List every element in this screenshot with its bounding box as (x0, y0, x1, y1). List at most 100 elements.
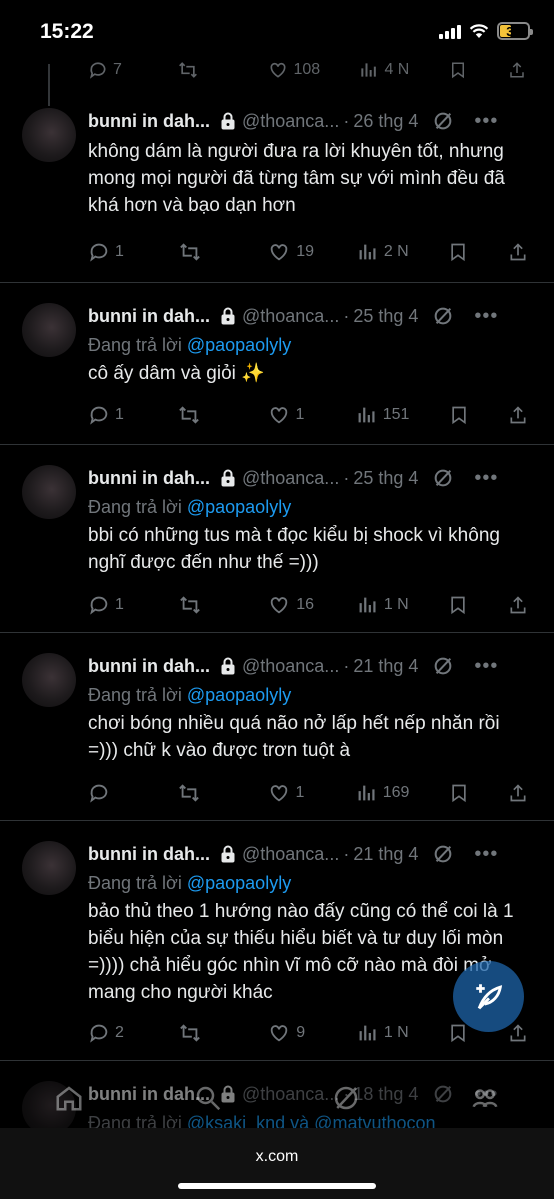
bookmark-button[interactable] (449, 404, 469, 426)
more-options-icon[interactable]: ••• (474, 467, 498, 490)
views-button[interactable]: 169 (356, 782, 409, 804)
grok-icon[interactable] (432, 655, 454, 677)
tweet[interactable]: bunni in dah... @thoanca... · 25 thg 4 •… (0, 445, 554, 633)
status-bar: 15:22 39 (0, 0, 554, 64)
reply-button[interactable]: 1 (88, 404, 138, 426)
bookmark-icon (451, 62, 464, 79)
display-name[interactable]: bunni in dah... (88, 111, 210, 132)
lock-icon (220, 657, 236, 675)
bookmark-button[interactable] (449, 782, 469, 804)
like-count: 16 (296, 596, 315, 613)
like-button[interactable]: 1 (267, 782, 317, 804)
retweet-button[interactable] (177, 60, 227, 80)
views-button[interactable]: 151 (356, 404, 409, 426)
display-name[interactable]: bunni in dah... (88, 656, 210, 677)
mention-link[interactable]: @paopaolyly (187, 873, 291, 893)
tweet-date[interactable]: 21 thg 4 (353, 844, 418, 865)
compose-button[interactable] (453, 961, 524, 1032)
grok-nav-icon[interactable] (331, 1083, 361, 1113)
reply-button[interactable]: 2 (88, 1022, 138, 1044)
tweet-actions: 1 19 2 N (88, 238, 528, 266)
grok-icon[interactable] (432, 467, 454, 489)
reply-count: 1 (115, 243, 124, 260)
tweet-date[interactable]: 26 thg 4 (353, 111, 418, 132)
share-button[interactable] (508, 782, 528, 804)
views-button[interactable]: 2 N (357, 241, 409, 263)
mention-link[interactable]: @paopaolyly (187, 497, 291, 517)
tweet-date[interactable]: 21 thg 4 (353, 656, 418, 677)
bookmark-button[interactable] (448, 1022, 468, 1044)
home-icon[interactable] (54, 1083, 84, 1113)
more-options-icon[interactable]: ••• (474, 655, 498, 678)
avatar[interactable] (22, 108, 76, 162)
home-indicator[interactable] (178, 1183, 376, 1189)
avatar[interactable] (22, 465, 76, 519)
reply-button[interactable]: 7 (88, 60, 138, 80)
grok-icon[interactable] (432, 110, 454, 132)
tweet-actions: 2 9 1 N (88, 1019, 528, 1047)
search-icon[interactable] (193, 1083, 223, 1113)
tweet-date[interactable]: 25 thg 4 (353, 306, 418, 327)
retweet-button[interactable] (178, 241, 228, 263)
share-icon (510, 62, 524, 78)
tweet[interactable]: bunni in dah... @thoanca... · 21 thg 4 •… (0, 633, 554, 821)
like-count: 1 (295, 406, 305, 423)
reply-button[interactable]: 1 (88, 594, 138, 616)
more-options-icon[interactable]: ••• (474, 305, 498, 328)
tweet-text: bbi có những tus mà t đọc kiểu bị shock … (88, 525, 500, 573)
bookmark-button[interactable] (448, 594, 468, 616)
views-button[interactable]: 1 N (357, 594, 409, 616)
reply-button[interactable] (88, 782, 138, 804)
retweet-button[interactable] (177, 404, 227, 426)
tweet-header: bunni in dah... @thoanca... · 25 thg 4 •… (88, 465, 534, 491)
like-button[interactable]: 108 (267, 60, 320, 80)
like-button[interactable]: 19 (267, 241, 317, 263)
views-button[interactable]: 4 N (359, 60, 409, 80)
mention-link[interactable]: @paopaolyly (187, 335, 291, 355)
bookmark-icon (452, 784, 466, 803)
bookmark-button[interactable] (448, 241, 468, 263)
views-button[interactable]: 1 N (357, 1022, 409, 1044)
display-name[interactable]: bunni in dah... (88, 468, 210, 489)
avatar[interactable] (22, 841, 76, 895)
like-button[interactable]: 1 (267, 404, 317, 426)
retweet-button[interactable] (178, 1022, 228, 1044)
avatar[interactable] (22, 653, 76, 707)
reply-icon (89, 62, 106, 79)
user-handle[interactable]: @thoanca... (242, 844, 339, 865)
tweet[interactable]: bunni in dah... @thoanca... · 25 thg 4 •… (0, 283, 554, 445)
bookmark-icon (451, 1024, 466, 1043)
retweet-button[interactable] (178, 594, 228, 616)
more-options-icon[interactable]: ••• (474, 843, 498, 866)
avatar[interactable] (22, 303, 76, 357)
compose-feather-icon (475, 983, 502, 1009)
user-handle[interactable]: @thoanca... (242, 111, 339, 132)
user-handle[interactable]: @thoanca... (242, 468, 339, 489)
share-button[interactable] (508, 404, 528, 426)
partial-tweet-actions: 7 108 4 N (88, 56, 528, 84)
share-button[interactable] (508, 60, 528, 80)
reply-icon (90, 406, 108, 425)
tweet[interactable]: bunni in dah... @thoanca... · 26 thg 4 •… (0, 88, 554, 283)
retweet-button[interactable] (177, 782, 227, 804)
tweet-text: chơi bóng nhiều quá não nở lấp hết nếp n… (88, 713, 500, 761)
bookmark-button[interactable] (449, 60, 469, 80)
display-name[interactable]: bunni in dah... (88, 844, 210, 865)
like-button[interactable]: 9 (267, 1022, 317, 1044)
grok-icon[interactable] (432, 843, 454, 865)
like-button[interactable]: 16 (267, 594, 317, 616)
mention-link[interactable]: @paopaolyly (187, 685, 291, 705)
share-button[interactable] (508, 1022, 528, 1044)
url-label[interactable]: x.com (0, 1148, 554, 1166)
communities-icon[interactable] (470, 1083, 500, 1113)
reply-button[interactable]: 1 (88, 241, 138, 263)
heart-icon (270, 785, 287, 802)
grok-icon[interactable] (432, 305, 454, 327)
display-name[interactable]: bunni in dah... (88, 306, 210, 327)
more-options-icon[interactable]: ••• (474, 110, 498, 133)
user-handle[interactable]: @thoanca... (242, 656, 339, 677)
tweet-date[interactable]: 25 thg 4 (353, 468, 418, 489)
share-button[interactable] (508, 594, 528, 616)
user-handle[interactable]: @thoanca... (242, 306, 339, 327)
share-button[interactable] (508, 241, 528, 263)
